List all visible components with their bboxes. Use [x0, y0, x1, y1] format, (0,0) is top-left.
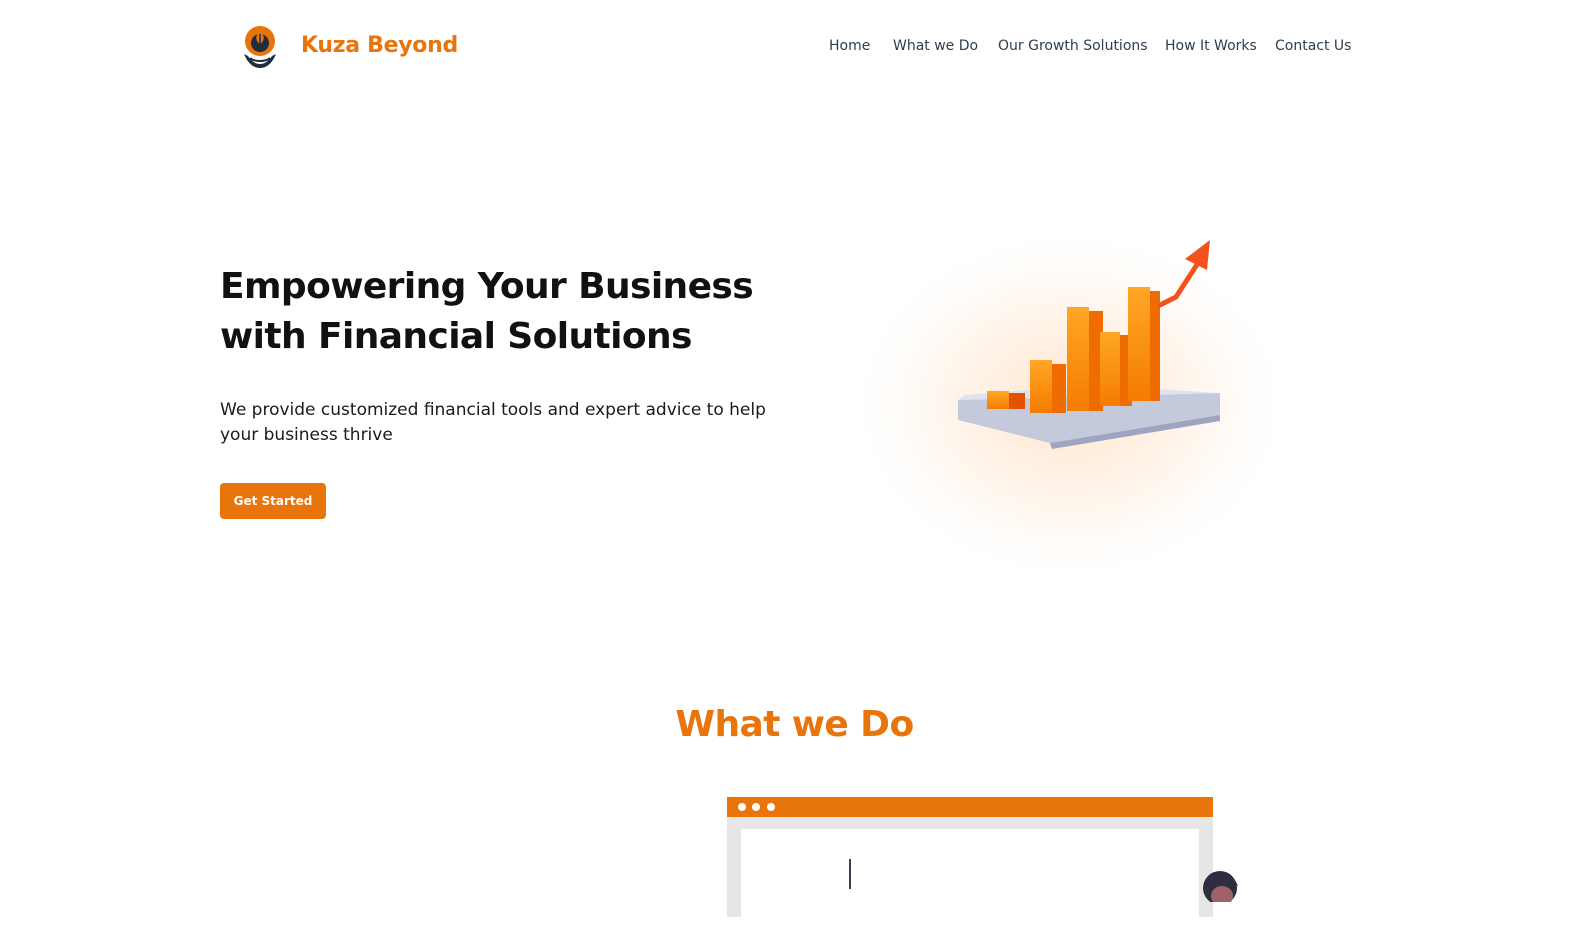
nav-how-it-works[interactable]: How It Works	[1165, 38, 1257, 54]
leaf-in-hands-icon[interactable]	[240, 24, 280, 72]
brand-name[interactable]: Kuza Beyond	[301, 33, 458, 58]
browser-window-illustration	[727, 797, 1213, 929]
nav-our-growth-solutions[interactable]: Our Growth Solutions	[998, 38, 1148, 54]
chart-axis-line	[849, 859, 851, 889]
window-dot-icon	[752, 803, 760, 811]
browser-content	[741, 829, 1199, 929]
window-dot-icon	[767, 803, 775, 811]
nav-what-we-do[interactable]: What we Do	[893, 38, 978, 54]
get-started-button[interactable]: Get Started	[220, 483, 326, 519]
nav-home[interactable]: Home	[829, 38, 870, 54]
hero-title: Empowering Your Business with Financial …	[220, 266, 754, 357]
what-we-do-title: What we Do	[675, 704, 914, 745]
window-dot-icon	[738, 803, 746, 811]
nav-contact-us[interactable]: Contact Us	[1275, 38, 1351, 54]
hero-subtitle: We provide customized financial tools an…	[220, 400, 766, 445]
site-header: Kuza Beyond Home What we Do Our Growth S…	[0, 0, 1589, 96]
growth-bar-chart-illustration	[845, 225, 1295, 585]
person-illustration	[1203, 871, 1238, 902]
browser-title-bar	[727, 797, 1213, 817]
